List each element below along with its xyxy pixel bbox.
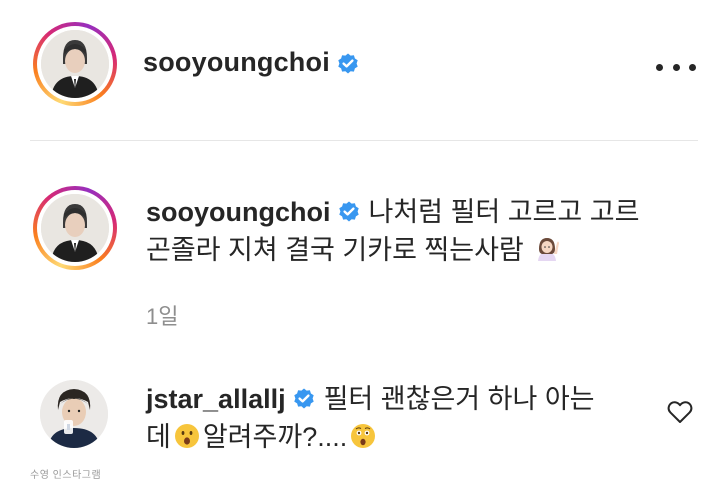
verified-badge-icon: [338, 201, 359, 222]
caption-avatar: [41, 194, 109, 262]
reply-text-part2a: 데: [146, 422, 171, 452]
more-dot-icon: [689, 63, 696, 71]
heart-outline-icon[interactable]: [667, 400, 693, 424]
header-username-text[interactable]: sooyoungchoi: [143, 47, 330, 77]
caption-text: sooyoungchoi 나처럼 필터 고르고 고르 곤졸라 지쳐 결국 기카로…: [146, 193, 706, 269]
watermark-text: 수영 인스타그램: [30, 470, 102, 481]
astonished-face-emoji-icon: [351, 424, 376, 448]
avatar-portrait-image: [41, 30, 109, 98]
reply-text-part2b: 알려주까?....: [202, 422, 348, 452]
verified-badge-icon: [338, 53, 358, 74]
caption-username[interactable]: sooyoungchoi: [146, 197, 331, 227]
caption-text-line1: 나처럼 필터 고르고 고르: [368, 197, 640, 227]
reply-text-part1: 필터 괜찮은거 하나 아는: [323, 384, 595, 414]
avatar-portrait-image: [40, 380, 108, 448]
verified-badge-icon: [293, 388, 314, 409]
header-divider: [30, 140, 698, 141]
header-username[interactable]: sooyoungchoi: [143, 47, 360, 78]
surprised-face-emoji-icon: [174, 424, 199, 448]
reply-avatar[interactable]: [40, 380, 108, 448]
woman-raising-hand-emoji-icon: [538, 238, 560, 261]
post-header: sooyoungchoi: [0, 0, 728, 140]
reply-username[interactable]: jstar_allallj: [146, 384, 286, 414]
more-options-button[interactable]: [656, 55, 696, 79]
caption-text-line2: 곤졸라 지쳐 결국 기카로 찍는사람: [146, 235, 524, 265]
caption-timestamp: 1일: [146, 304, 179, 329]
header-avatar: [41, 30, 109, 98]
reply-text: jstar_allallj 필터 괜찮은거 하나 아는 데 알려주까?....: [146, 380, 666, 456]
caption-avatar-story-ring[interactable]: [33, 186, 117, 270]
more-dot-icon: [656, 63, 663, 71]
avatar-portrait-image: [41, 194, 109, 262]
more-dot-icon: [672, 63, 680, 71]
header-avatar-story-ring[interactable]: [33, 22, 117, 106]
